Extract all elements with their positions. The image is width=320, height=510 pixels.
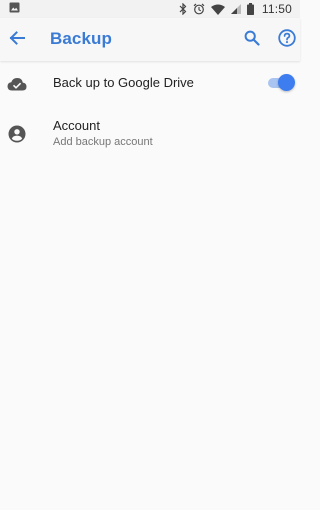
app-bar: Backup — [0, 18, 300, 61]
cloud-done-icon — [7, 74, 27, 94]
arrow-back-icon — [9, 30, 25, 51]
bluetooth-icon — [179, 3, 187, 15]
account-setting[interactable]: Account Add backup account — [0, 108, 300, 158]
cell-signal-icon — [230, 4, 241, 14]
search-icon — [244, 30, 260, 51]
image-notification-icon — [9, 0, 20, 18]
back-button[interactable] — [4, 27, 30, 53]
account-circle-icon — [7, 124, 27, 144]
search-button[interactable] — [239, 27, 265, 53]
help-button[interactable] — [274, 27, 300, 53]
page-title: Backup — [50, 29, 113, 48]
battery-icon — [246, 3, 254, 15]
help-icon — [278, 28, 296, 52]
status-bar: 11:50 — [0, 0, 300, 18]
wifi-icon — [210, 4, 225, 15]
backup-toggle[interactable] — [266, 74, 296, 92]
account-label: Account — [53, 118, 100, 133]
account-subtitle: Add backup account — [53, 136, 153, 148]
clock: 11:50 — [261, 2, 292, 16]
backup-to-drive-setting[interactable]: Back up to Google Drive — [0, 64, 300, 102]
backup-to-drive-label: Back up to Google Drive — [53, 75, 194, 90]
alarm-icon — [193, 3, 205, 15]
toggle-thumb — [278, 74, 295, 91]
